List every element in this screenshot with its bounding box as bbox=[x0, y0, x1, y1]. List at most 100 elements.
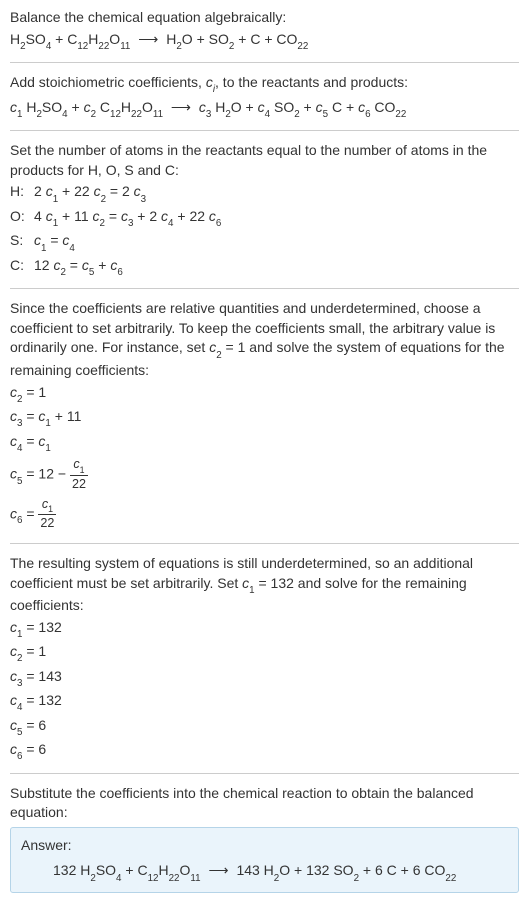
sub: 2 bbox=[176, 41, 181, 52]
t: = bbox=[22, 505, 38, 521]
sub: 6 bbox=[365, 109, 370, 120]
sub: 5 bbox=[323, 109, 328, 120]
sub: 12 bbox=[148, 873, 159, 884]
sub: 2 bbox=[100, 218, 105, 229]
fraction: c122 bbox=[38, 496, 56, 533]
step2-equation: c1 H2SO4 + c2 C12H22O11 ⟶ c3 H2O + c4 SO… bbox=[10, 98, 519, 121]
c: c bbox=[161, 208, 168, 224]
c: c bbox=[34, 232, 41, 248]
t: H bbox=[211, 99, 225, 115]
sub: 2 bbox=[36, 109, 41, 120]
fraction: c122 bbox=[70, 456, 88, 493]
c: c bbox=[82, 257, 89, 273]
plus: + bbox=[300, 99, 316, 115]
sub: 2 bbox=[101, 194, 106, 205]
plus: + bbox=[242, 99, 258, 115]
eq: c3 = 143 bbox=[10, 667, 519, 690]
sub: 12 bbox=[110, 109, 121, 120]
n: 4 bbox=[34, 208, 46, 224]
divider bbox=[10, 288, 519, 289]
intro-text: Balance the chemical equation algebraica… bbox=[10, 8, 519, 28]
n: 2 bbox=[34, 183, 46, 199]
c: c bbox=[358, 99, 365, 115]
c: c bbox=[121, 208, 128, 224]
reactant-o: O bbox=[109, 31, 120, 47]
sub: 2 bbox=[60, 267, 65, 278]
t: = 2 bbox=[106, 183, 134, 199]
step4-section: Since the coefficients are relative quan… bbox=[10, 299, 519, 533]
t: + 6 C + 6 CO bbox=[359, 862, 445, 878]
t: + C bbox=[122, 862, 148, 878]
sub: 4 bbox=[69, 243, 74, 254]
t: SO bbox=[96, 862, 116, 878]
sub: 2 bbox=[229, 41, 234, 52]
c: c bbox=[10, 99, 17, 115]
sub: 11 bbox=[120, 41, 130, 52]
sub: 1 bbox=[53, 194, 58, 205]
sub: 1 bbox=[249, 585, 254, 596]
label: O: bbox=[10, 207, 34, 227]
sub: 2 bbox=[225, 109, 230, 120]
n: 12 bbox=[34, 257, 53, 273]
t: SO bbox=[42, 99, 62, 115]
sub: 2 bbox=[17, 394, 22, 405]
step3-text: Set the number of atoms in the reactants… bbox=[10, 141, 519, 180]
t: = bbox=[22, 408, 38, 424]
sub: 11 bbox=[190, 873, 200, 884]
eq-h: H:2 c1 + 22 c2 = 2 c3 bbox=[10, 182, 519, 205]
sub: 2 bbox=[17, 653, 22, 664]
t: + 22 bbox=[58, 183, 93, 199]
label: C: bbox=[10, 256, 34, 276]
sub: 2 bbox=[294, 109, 299, 120]
t: + 2 bbox=[133, 208, 161, 224]
v: = 132 bbox=[22, 692, 61, 708]
plus: + bbox=[193, 31, 209, 47]
sub: 22 bbox=[445, 873, 456, 884]
sub: 3 bbox=[206, 109, 211, 120]
sub: 11 bbox=[153, 109, 163, 120]
eq-c: C:12 c2 = c5 + c6 bbox=[10, 256, 519, 279]
c: c bbox=[10, 408, 17, 424]
reactant-h: H bbox=[88, 31, 98, 47]
sub-i: i bbox=[213, 84, 215, 95]
eq5: c6 = c122 bbox=[10, 496, 519, 533]
c: c bbox=[199, 99, 206, 115]
sub: 6 bbox=[17, 515, 22, 526]
sub: 1 bbox=[80, 465, 85, 475]
step2-section: Add stoichiometric coefficients, ci, to … bbox=[10, 73, 519, 120]
sub: 4 bbox=[265, 109, 270, 120]
plus: + bbox=[260, 31, 276, 47]
sub: 1 bbox=[17, 109, 22, 120]
c: c bbox=[93, 208, 100, 224]
divider bbox=[10, 773, 519, 774]
plus: + bbox=[342, 99, 358, 115]
sub: 1 bbox=[45, 418, 50, 429]
sub: 2 bbox=[91, 109, 96, 120]
divider bbox=[10, 130, 519, 131]
den: 22 bbox=[38, 515, 56, 533]
t: = 1 bbox=[22, 384, 46, 400]
c: c bbox=[134, 183, 141, 199]
answer-box: Answer: 132 H2SO4 + C12H22O11 ⟶ 143 H2O … bbox=[10, 827, 519, 893]
t: = bbox=[105, 208, 121, 224]
v: = 132 bbox=[22, 619, 61, 635]
sub: 5 bbox=[89, 267, 94, 278]
product-o: O bbox=[182, 31, 193, 47]
label: H: bbox=[10, 182, 34, 202]
arrow: ⟶ bbox=[171, 99, 191, 115]
c: c bbox=[209, 208, 216, 224]
answer-label: Answer: bbox=[21, 836, 508, 856]
c: c bbox=[10, 619, 17, 635]
reactant-c: C bbox=[67, 31, 77, 47]
sub: 1 bbox=[41, 243, 46, 254]
t: C bbox=[328, 99, 342, 115]
sub: 3 bbox=[141, 194, 146, 205]
t: 143 H bbox=[236, 862, 273, 878]
sub: 22 bbox=[98, 41, 109, 52]
eq-s: S:c1 = c4 bbox=[10, 231, 519, 254]
step5-section: The resulting system of equations is sti… bbox=[10, 554, 519, 763]
arrow: ⟶ bbox=[208, 862, 228, 878]
t: O bbox=[180, 862, 191, 878]
sub: 12 bbox=[77, 41, 88, 52]
eq: c5 = 6 bbox=[10, 716, 519, 739]
